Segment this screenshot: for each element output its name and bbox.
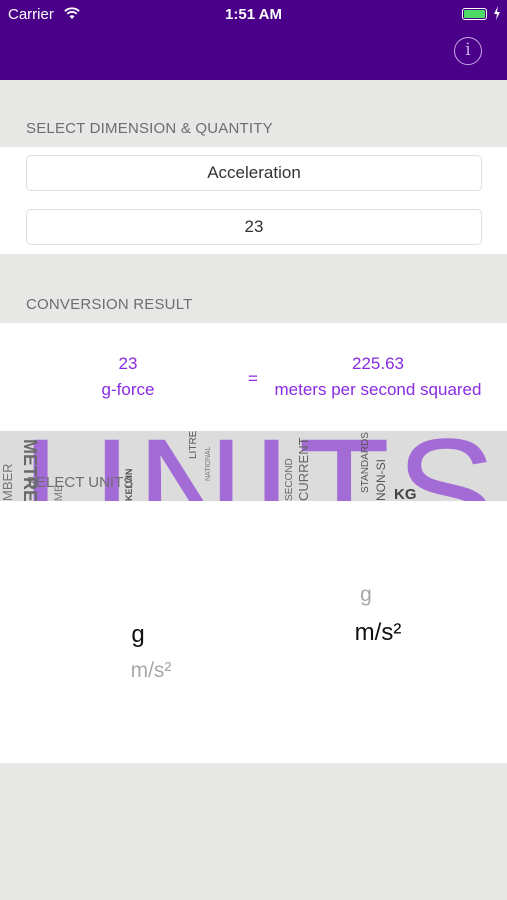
quantity-input[interactable]: 23 <box>26 209 482 245</box>
banner-word-second: SECOND <box>284 458 295 501</box>
dimension-section-header: SELECT DIMENSION & QUANTITY <box>26 120 273 137</box>
units-section-header: SELECT UNITS <box>26 474 134 491</box>
dimension-section: Acceleration 23 <box>0 147 507 254</box>
to-picker-option[interactable]: g <box>306 583 426 607</box>
result-section: 23 g-force = 225.63 meters per second sq… <box>0 323 507 431</box>
banner-word-standards: STANDARDS <box>360 432 371 493</box>
units-banner: UNITS METRE TIME KELVIN LITRE NATIONAL S… <box>0 431 507 501</box>
from-picker-selected[interactable]: g <box>78 621 198 649</box>
banner-word-metre: METRE <box>20 439 40 501</box>
banner-word-national: NATIONAL <box>205 446 212 481</box>
dimension-selector[interactable]: Acceleration <box>26 155 482 191</box>
to-unit: meters per second squared <box>274 380 482 399</box>
to-picker-selected[interactable]: m/s² <box>318 619 438 647</box>
from-value: 23 <box>118 354 138 373</box>
navigation-bar: Carrier 1:51 AM i <box>0 0 507 80</box>
banner-word-current: CURRENT <box>296 437 311 501</box>
from-picker-option[interactable]: m/s² <box>91 659 211 683</box>
status-bar: Carrier 1:51 AM <box>0 0 507 28</box>
info-button[interactable]: i <box>454 37 482 65</box>
battery-icon <box>462 8 487 20</box>
banner-word-non-si: NON-SI <box>374 459 388 501</box>
banner-word-mber: MBER <box>0 463 15 501</box>
banner-word-litre: LITRE <box>188 431 199 459</box>
result-section-header: CONVERSION RESULT <box>26 296 193 313</box>
info-icon: i <box>465 40 471 60</box>
banner-word-kg: KG <box>394 486 417 501</box>
clock-label: 1:51 AM <box>225 6 282 23</box>
unit-picker-area: g m/s² g m/s² <box>0 501 507 763</box>
charging-icon <box>494 6 500 20</box>
to-value: 225.63 <box>352 354 404 373</box>
from-unit: g-force <box>101 380 155 399</box>
